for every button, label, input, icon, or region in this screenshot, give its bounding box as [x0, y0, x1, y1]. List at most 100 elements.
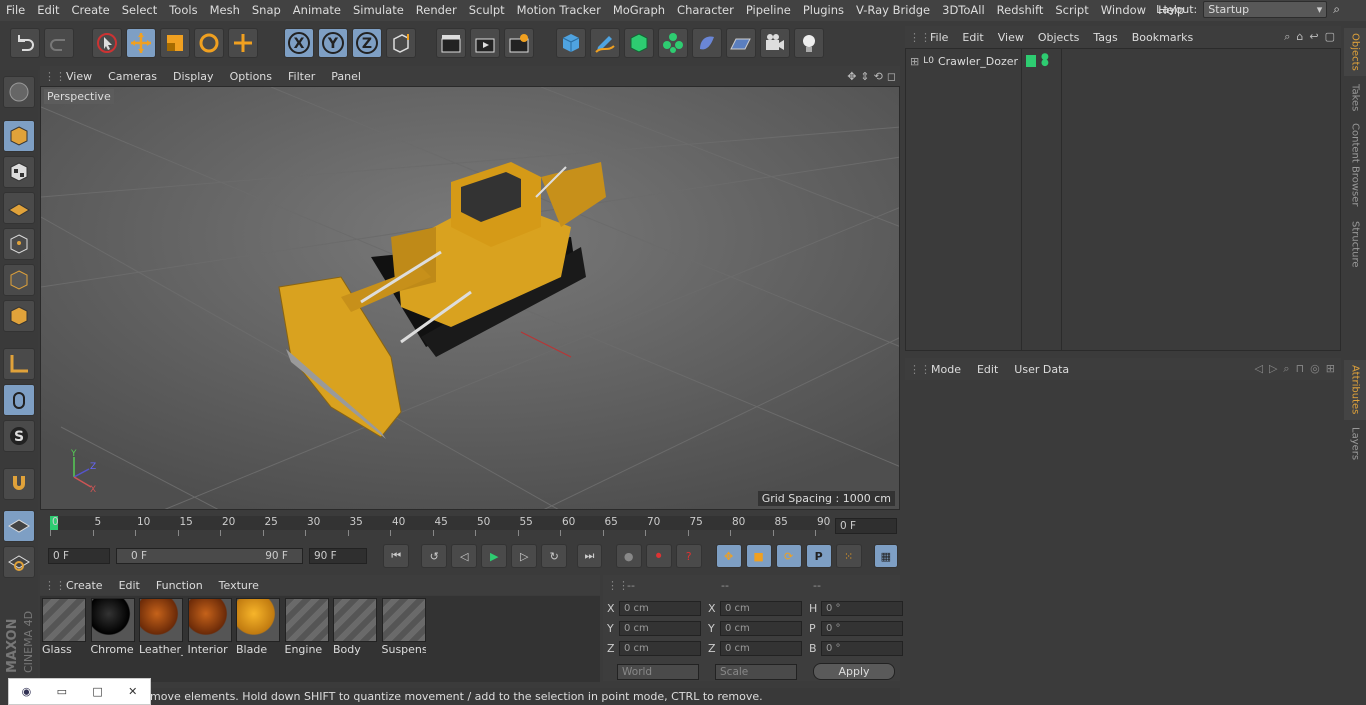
attributes-menu-mode[interactable]: Mode: [923, 363, 969, 376]
menu-file[interactable]: File: [0, 0, 31, 21]
texture-mode-button[interactable]: [3, 156, 35, 188]
back-icon[interactable]: ↩: [1309, 30, 1318, 44]
snap-button[interactable]: S: [3, 420, 35, 452]
coord-field[interactable]: 0 cm: [720, 621, 802, 636]
cloner-button[interactable]: [658, 28, 688, 58]
coord-field[interactable]: 0 °: [821, 601, 903, 616]
material-menu-function[interactable]: Function: [148, 579, 211, 592]
material-engine[interactable]: Engine: [284, 598, 329, 656]
apply-button[interactable]: Apply: [813, 663, 895, 680]
dolly-icon[interactable]: ⇕: [860, 70, 869, 83]
coord-field[interactable]: 0 °: [821, 641, 903, 656]
settings-icon[interactable]: ◎: [1310, 362, 1320, 376]
layout-select[interactable]: Startup: [1203, 1, 1328, 18]
material-chrome[interactable]: Chrome: [90, 598, 135, 656]
objects-menu-tags[interactable]: Tags: [1086, 31, 1124, 44]
y-axis-button[interactable]: Y: [318, 28, 348, 58]
render-to-picture-viewer-button[interactable]: [470, 28, 500, 58]
tab-attributes[interactable]: Attributes: [1344, 360, 1366, 420]
maximize-icon[interactable]: ◻: [887, 70, 896, 83]
model-mode-button[interactable]: [3, 120, 35, 152]
menu-pipeline[interactable]: Pipeline: [740, 0, 797, 21]
play-button[interactable]: ▶: [481, 544, 508, 568]
forward-arrow-icon[interactable]: ▷: [1269, 362, 1277, 376]
key-position-button[interactable]: ✥: [715, 544, 742, 568]
search-icon[interactable]: ⌕: [1284, 30, 1290, 44]
make-editable-button[interactable]: [3, 76, 35, 108]
points-mode-button[interactable]: [3, 228, 35, 260]
viewport-menu-cameras[interactable]: Cameras: [100, 70, 165, 83]
coord-field[interactable]: 0 cm: [720, 601, 802, 616]
autokey-button[interactable]: ?: [675, 544, 702, 568]
goto-end-button[interactable]: ⏭: [577, 544, 602, 568]
menu-script[interactable]: Script: [1049, 0, 1094, 21]
deformer-button[interactable]: [692, 28, 722, 58]
material-glass[interactable]: Glass: [42, 598, 86, 656]
menu-animate[interactable]: Animate: [287, 0, 347, 21]
expand-icon[interactable]: ▢: [1325, 30, 1335, 44]
viewport-menu-filter[interactable]: Filter: [280, 70, 323, 83]
home-icon[interactable]: ⌂: [1296, 30, 1303, 44]
menu-snap[interactable]: Snap: [246, 0, 287, 21]
coord-field[interactable]: 0 °: [821, 621, 903, 636]
menu-render[interactable]: Render: [410, 0, 463, 21]
undo-button[interactable]: [10, 28, 40, 58]
pen-button[interactable]: [590, 28, 620, 58]
next-frame-button[interactable]: ▷: [511, 544, 538, 568]
minimize-icon[interactable]: ▭: [57, 685, 67, 698]
objects-menu-view[interactable]: View: [991, 31, 1031, 44]
objects-menu-edit[interactable]: Edit: [955, 31, 990, 44]
menu-redshift[interactable]: Redshift: [991, 0, 1050, 21]
material-menu-texture[interactable]: Texture: [211, 579, 267, 592]
menu-v-ray-bridge[interactable]: V-Ray Bridge: [850, 0, 936, 21]
material-leather-[interactable]: Leather_: [139, 598, 183, 656]
start-frame-field[interactable]: 0 F: [48, 548, 110, 564]
menu-character[interactable]: Character: [671, 0, 740, 21]
attributes-menu-edit[interactable]: Edit: [969, 363, 1006, 376]
close-icon[interactable]: ✕: [128, 685, 137, 698]
menu-3dtoall[interactable]: 3DToAll: [936, 0, 991, 21]
size-mode-select[interactable]: Scale: [715, 664, 797, 680]
planar-workplane-button[interactable]: [3, 546, 35, 578]
menu-edit[interactable]: Edit: [31, 0, 65, 21]
menu-plugins[interactable]: Plugins: [797, 0, 850, 21]
attributes-menu-user-data[interactable]: User Data: [1006, 363, 1077, 376]
menu-simulate[interactable]: Simulate: [347, 0, 410, 21]
move-button[interactable]: [126, 28, 156, 58]
keyframe-selection-button[interactable]: ●: [615, 544, 642, 568]
back-arrow-icon[interactable]: ◁: [1254, 362, 1262, 376]
floor-button[interactable]: [726, 28, 756, 58]
objects-menu-objects[interactable]: Objects: [1031, 31, 1087, 44]
frame-range-slider[interactable]: 0 F 90 F: [115, 548, 303, 564]
search-icon[interactable]: ⌕: [1333, 2, 1340, 17]
viewport-menu-display[interactable]: Display: [165, 70, 222, 83]
coord-field[interactable]: 0 cm: [619, 621, 701, 636]
layer-color-swatch[interactable]: [1026, 55, 1036, 67]
prev-key-button[interactable]: ↺: [421, 544, 448, 568]
visibility-dots-icon[interactable]: ● ●: [1041, 53, 1049, 68]
coordinate-space-select[interactable]: World: [617, 664, 699, 680]
coord-field[interactable]: 0 cm: [619, 601, 701, 616]
polygons-mode-button[interactable]: [3, 300, 35, 332]
pan-icon[interactable]: ✥: [847, 70, 856, 83]
render-view-button[interactable]: [436, 28, 466, 58]
maximize-window-icon[interactable]: □: [92, 685, 102, 698]
scale-button[interactable]: [160, 28, 190, 58]
expand-toggle-icon[interactable]: ⊞: [910, 55, 919, 68]
axis-mode-button[interactable]: [3, 348, 35, 380]
timeline-ruler[interactable]: 0 5 10 15 20 25 30 35 40 45 50 55 60 65 70 75 80 85 90 0 F: [40, 512, 900, 540]
lock-icon[interactable]: ⊓: [1296, 362, 1305, 376]
current-frame-field[interactable]: 0 F: [835, 518, 897, 534]
material-interior[interactable]: Interior: [187, 598, 232, 656]
end-frame-field[interactable]: 90 F: [308, 548, 368, 564]
menu-tools[interactable]: Tools: [163, 0, 203, 21]
menu-sculpt[interactable]: Sculpt: [463, 0, 511, 21]
new-panel-icon[interactable]: ⊞: [1326, 362, 1335, 376]
z-axis-button[interactable]: Z: [352, 28, 382, 58]
cube-button[interactable]: [556, 28, 586, 58]
tweak-mode-button[interactable]: [3, 384, 35, 416]
material-body[interactable]: Body: [333, 598, 377, 656]
viewport-menu-view[interactable]: View: [58, 70, 100, 83]
search-icon[interactable]: ⌕: [1283, 362, 1289, 376]
material-suspens[interactable]: Suspens: [381, 598, 426, 656]
